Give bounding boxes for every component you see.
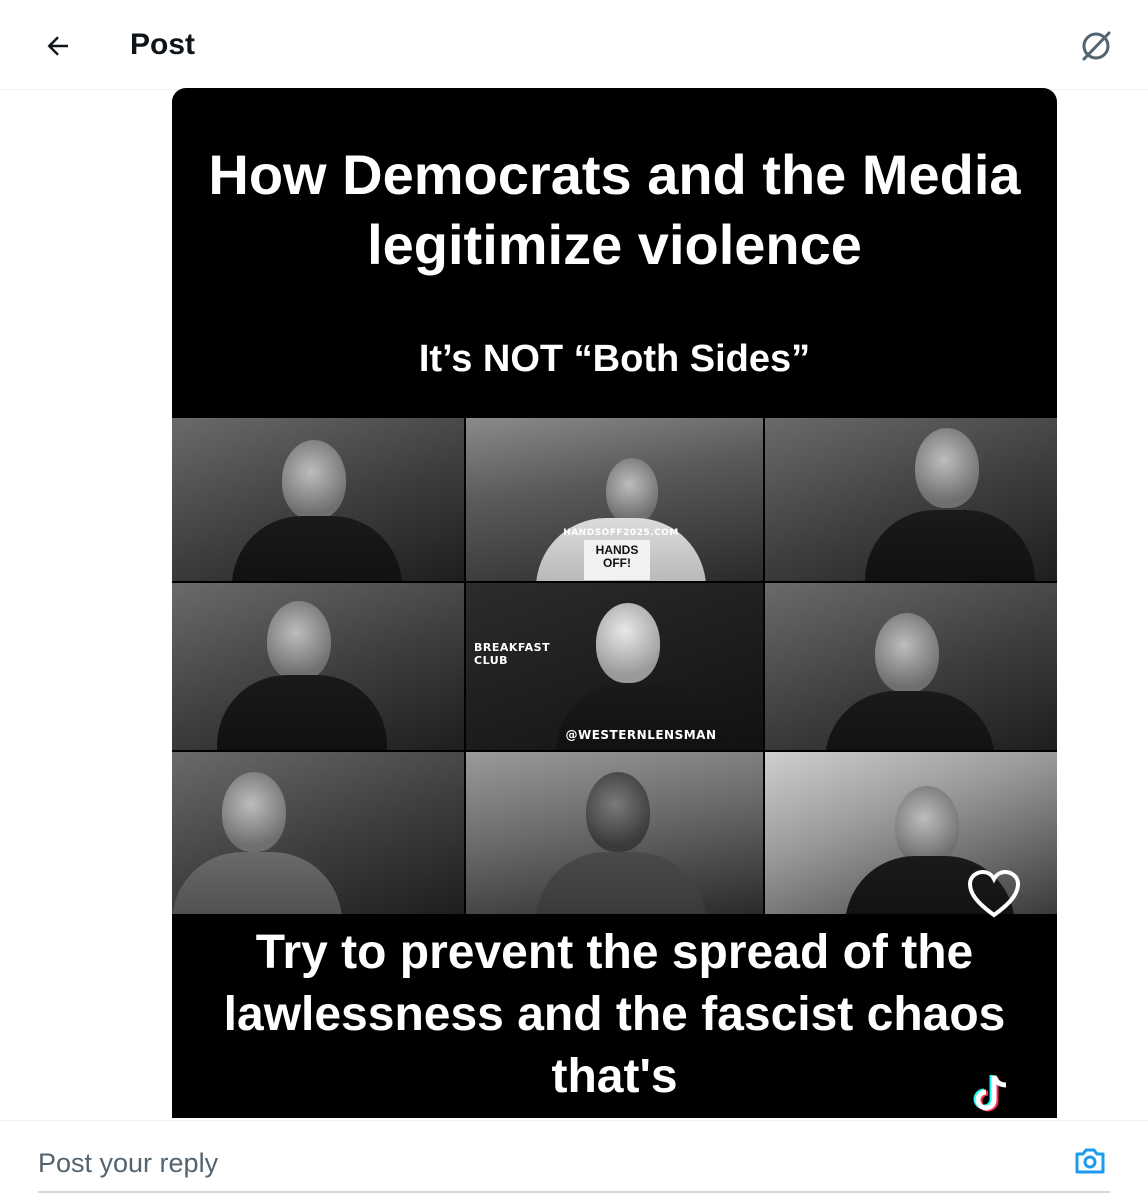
back-button[interactable]	[36, 24, 80, 68]
tiktok-icon	[973, 1075, 1007, 1112]
camera-button[interactable]	[1070, 1141, 1110, 1181]
collage-tile	[172, 752, 464, 914]
collage-tile	[466, 752, 763, 914]
reply-underline	[38, 1191, 1110, 1193]
reply-input[interactable]	[38, 1145, 1018, 1181]
video-subheadline: It’s NOT “Both Sides”	[418, 338, 811, 380]
camera-icon	[1075, 1148, 1105, 1174]
arrow-left-icon	[47, 36, 68, 56]
video-headline: How Democrats and the Media legitimize v…	[208, 143, 1021, 276]
club-label: BREAKFAST CLUB	[474, 641, 551, 667]
collage-tile	[765, 583, 1057, 750]
video-collage: HANDSOFF2025.COM HANDS OFF! BREAKFAST CL…	[172, 418, 1057, 914]
collage-tile	[765, 418, 1057, 581]
hands-off-sign: HANDS OFF!	[584, 540, 650, 580]
collage-tile: HANDSOFF2025.COM HANDS OFF!	[466, 418, 763, 581]
grok-button[interactable]	[1072, 22, 1120, 70]
reply-bar	[0, 1120, 1148, 1200]
collage-tile: BREAKFAST CLUB @WESTERNLENSMAN	[466, 583, 763, 750]
grok-icon	[1082, 31, 1111, 61]
top-bar: Post	[0, 0, 1148, 90]
sign-url-text: HANDSOFF2025.COM	[563, 528, 679, 538]
watermark-text: @WESTERNLENSMAN	[565, 728, 717, 742]
collage-tile	[172, 583, 464, 750]
page-title: Post	[130, 28, 196, 61]
post-video[interactable]: How Democrats and the Media legitimize v…	[172, 88, 1057, 1118]
video-caption: Try to prevent the spread of the lawless…	[223, 926, 1006, 1103]
collage-tile	[172, 418, 464, 581]
heart-icon	[967, 869, 1021, 918]
